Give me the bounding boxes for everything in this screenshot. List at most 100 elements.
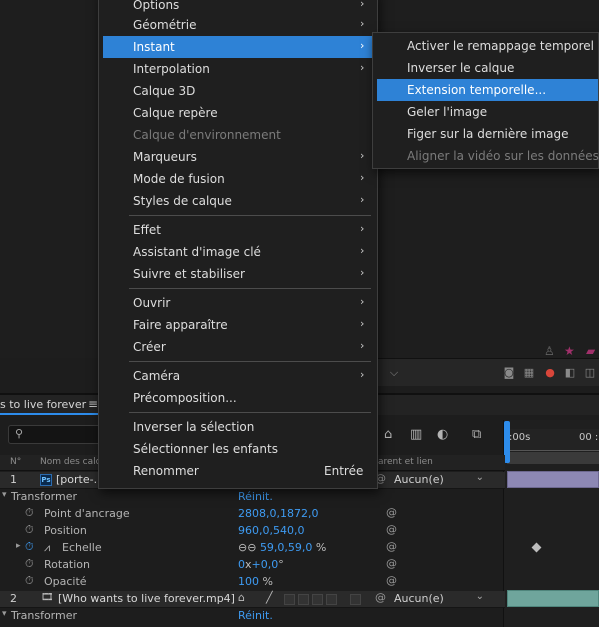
menu-item-label: Interpolation <box>133 62 210 76</box>
stopwatch-icon[interactable]: ⏱ <box>25 540 34 554</box>
star-icon[interactable]: ★ <box>564 344 575 358</box>
pick-whip-icon[interactable]: @ <box>386 540 397 553</box>
menu-item-effet[interactable]: Effet › <box>99 219 377 241</box>
property-label: Opacité <box>44 575 87 588</box>
shy-switch-icon[interactable]: ⌂ <box>238 591 245 604</box>
menu-item-camera[interactable]: Caméra › <box>99 365 377 387</box>
transform-reset-link[interactable]: Réinit. <box>238 490 273 503</box>
menu-item-assistant-image-cle[interactable]: Assistant d'image clé › <box>99 241 377 263</box>
camera-icon[interactable]: ◙ <box>503 367 515 379</box>
menu-item-label: Options <box>133 0 180 12</box>
flag-icon[interactable]: ▰ <box>586 344 595 358</box>
constrain-proportions-icon[interactable]: ⊖⊖ <box>238 541 256 554</box>
layer-duration-bar[interactable] <box>507 471 599 488</box>
stopwatch-icon[interactable]: ⏱ <box>25 574 34 588</box>
property-value[interactable]: 100 <box>238 575 259 588</box>
menu-item-inverser-selection[interactable]: Inverser la sélection <box>99 416 377 438</box>
expand-triangle-icon[interactable]: ▸ <box>16 541 21 551</box>
stopwatch-icon[interactable]: ⏱ <box>25 557 34 571</box>
column-num[interactable]: N° <box>10 457 21 467</box>
menu-item-styles-calque[interactable]: Styles de calque › <box>99 190 377 212</box>
transform-group[interactable]: ▾ Transformer Réinit. <box>0 608 505 624</box>
graph-icon[interactable]: ⩘ <box>44 541 50 555</box>
switch-box[interactable] <box>326 594 337 605</box>
menu-item-creer[interactable]: Créer › <box>99 336 377 358</box>
shy-layers-icon[interactable]: ⌂ <box>384 427 392 442</box>
panel-menu-icon[interactable]: ≡ <box>88 397 98 411</box>
submenu-item-inverser-calque[interactable]: Inverser le calque <box>373 57 598 79</box>
parent-dropdown-value: Aucun(e) <box>394 473 444 486</box>
property-value[interactable]: 59,0,59,0 <box>260 541 312 554</box>
chevron-down-icon[interactable]: ⌵ <box>388 367 400 379</box>
submenu-item-extension-temporelle[interactable]: Extension temporelle... <box>377 79 598 101</box>
switch-box[interactable] <box>350 594 361 605</box>
frame-blending-icon[interactable]: ▥ <box>410 427 422 442</box>
composition-tab-title[interactable]: s to live forever <box>0 398 86 411</box>
color-channels-icon[interactable]: ● <box>544 367 556 379</box>
transform-reset-link[interactable]: Réinit. <box>238 609 273 622</box>
transform-label: Transformer <box>11 609 78 622</box>
exposure-icon[interactable]: ◧ <box>564 367 576 379</box>
motion-blur-icon[interactable]: ◐ <box>437 427 448 442</box>
quality-switch-icon[interactable]: ╱ <box>266 591 273 604</box>
column-layer-name[interactable]: Nom des calq <box>40 457 101 467</box>
column-parent[interactable]: arent et lien <box>378 457 433 467</box>
menu-item-interpolation[interactable]: Interpolation › <box>99 58 377 80</box>
time-ruler[interactable]: :00s 00 : <box>507 429 599 451</box>
expand-triangle-icon[interactable]: ▾ <box>2 490 7 500</box>
layer-search-input[interactable]: ⚲ <box>8 425 104 444</box>
pick-whip-icon[interactable]: @ <box>375 591 386 604</box>
layer-name[interactable]: [Who wants to live forever.mp4] <box>58 592 235 605</box>
layer-number: 2 <box>10 592 17 605</box>
menu-item-label: Suivre et stabiliser <box>133 267 245 281</box>
layer-duration-bar[interactable] <box>507 590 599 607</box>
menu-item-ouvrir[interactable]: Ouvrir › <box>99 292 377 314</box>
chevron-right-icon: › <box>360 295 365 308</box>
property-value-2[interactable]: +0,0 <box>252 558 279 571</box>
menu-item-selectionner-enfants[interactable]: Sélectionner les enfants <box>99 438 377 460</box>
menu-item-calque-repere[interactable]: Calque repère <box>99 102 377 124</box>
property-value[interactable]: 0 <box>238 558 245 571</box>
property-value[interactable]: 2808,0,1872,0 <box>238 507 318 520</box>
menu-item-renommer[interactable]: Renommer Entrée <box>99 460 377 482</box>
menu-item-marqueurs[interactable]: Marqueurs › <box>99 146 377 168</box>
menu-item-instant[interactable]: Instant › <box>103 36 375 58</box>
switch-box[interactable] <box>298 594 309 605</box>
graph-editor-icon[interactable]: ⧉ <box>472 427 481 442</box>
reset-exposure-icon[interactable]: ◫ <box>584 367 596 379</box>
menu-item-suivre-stabiliser[interactable]: Suivre et stabiliser › <box>99 263 377 285</box>
pick-whip-icon[interactable]: @ <box>386 557 397 570</box>
menu-item-mode-fusion[interactable]: Mode de fusion › <box>99 168 377 190</box>
layer-row[interactable]: 2 🎞 [Who wants to live forever.mp4] ⌂ ╱ … <box>0 591 505 608</box>
expand-triangle-icon[interactable]: ▾ <box>2 609 7 619</box>
submenu-item-remappage[interactable]: Activer le remappage temporel <box>373 35 598 57</box>
menu-item-label: Inverser la sélection <box>133 420 255 434</box>
submenu-item-figer-derniere[interactable]: Figer sur la dernière image <box>373 123 598 145</box>
chevron-right-icon: › <box>360 244 365 257</box>
switch-box[interactable] <box>312 594 323 605</box>
layer-name[interactable]: [porte-... <box>56 473 104 486</box>
figure-icon[interactable]: ♙ <box>544 344 555 358</box>
menu-item-precomposition[interactable]: Précomposition... <box>99 387 377 409</box>
channel-icon[interactable]: ▦ <box>523 367 535 379</box>
submenu-item-label: Figer sur la dernière image <box>407 127 569 141</box>
menu-item-label: Calque d'environnement <box>133 128 281 142</box>
pick-whip-icon[interactable]: @ <box>386 523 397 536</box>
transform-group[interactable]: ▾ Transformer Réinit. <box>0 489 505 505</box>
property-value[interactable]: 960,0,540,0 <box>238 524 304 537</box>
menu-item-geometrie[interactable]: Géométrie › <box>99 14 377 36</box>
menu-item-label: Faire apparaître <box>133 318 228 332</box>
pick-whip-icon[interactable]: @ <box>386 506 397 519</box>
menu-item-faire-apparaitre[interactable]: Faire apparaître › <box>99 314 377 336</box>
parent-dropdown[interactable]: Aucun(e) ⌄ <box>394 591 484 607</box>
submenu-item-geler-image[interactable]: Geler l'image <box>373 101 598 123</box>
pick-whip-icon[interactable]: @ <box>386 574 397 587</box>
work-area-bar[interactable] <box>507 452 599 464</box>
menu-item-calque-3d[interactable]: Calque 3D <box>99 80 377 102</box>
menu-item-label: Caméra <box>133 369 181 383</box>
stopwatch-icon[interactable]: ⏱ <box>25 506 34 520</box>
switch-box[interactable] <box>284 594 295 605</box>
stopwatch-icon[interactable]: ⏱ <box>25 523 34 537</box>
property-unit-2: ° <box>278 558 284 571</box>
parent-dropdown[interactable]: Aucun(e) ⌄ <box>394 472 484 488</box>
